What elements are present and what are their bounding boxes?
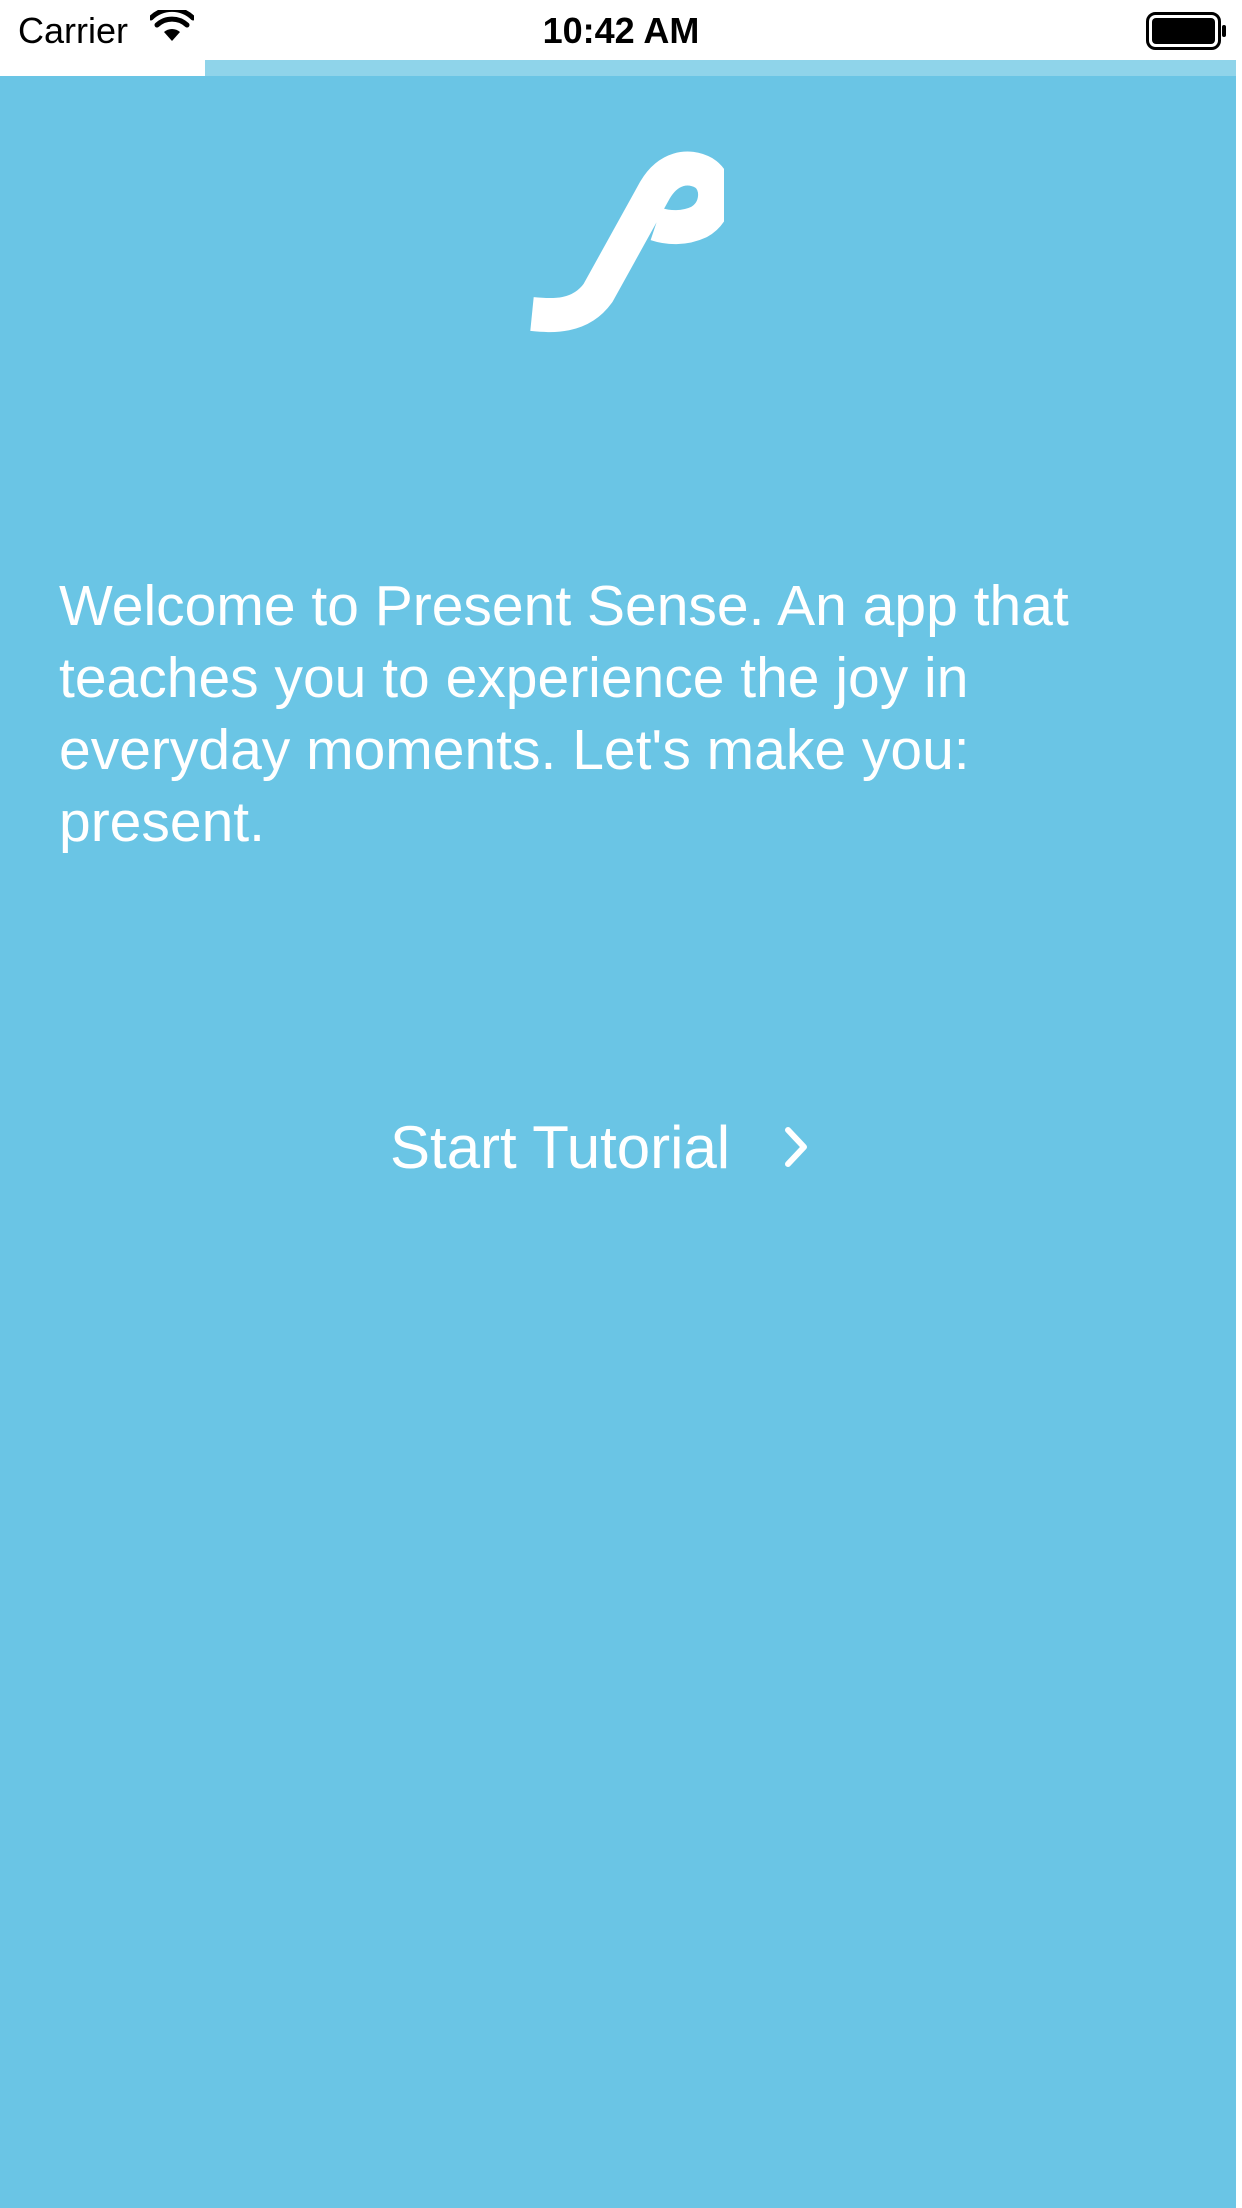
chevron-right-icon [785, 1127, 808, 1167]
tutorial-progress-bar [0, 60, 1242, 76]
status-bar: Carrier 10:42 AM [0, 0, 1242, 60]
tutorial-progress-fill [0, 60, 205, 76]
welcome-message: Welcome to Present Sense. An app that te… [59, 574, 1069, 854]
start-tutorial-button[interactable]: Start Tutorial [390, 1102, 850, 1192]
screen-edge [1236, 60, 1242, 2208]
present-sense-logo-icon [530, 151, 724, 333]
battery-full-icon [1146, 12, 1226, 50]
status-time: 10:42 AM [542, 10, 700, 51]
start-tutorial-label: Start Tutorial [390, 1113, 731, 1181]
